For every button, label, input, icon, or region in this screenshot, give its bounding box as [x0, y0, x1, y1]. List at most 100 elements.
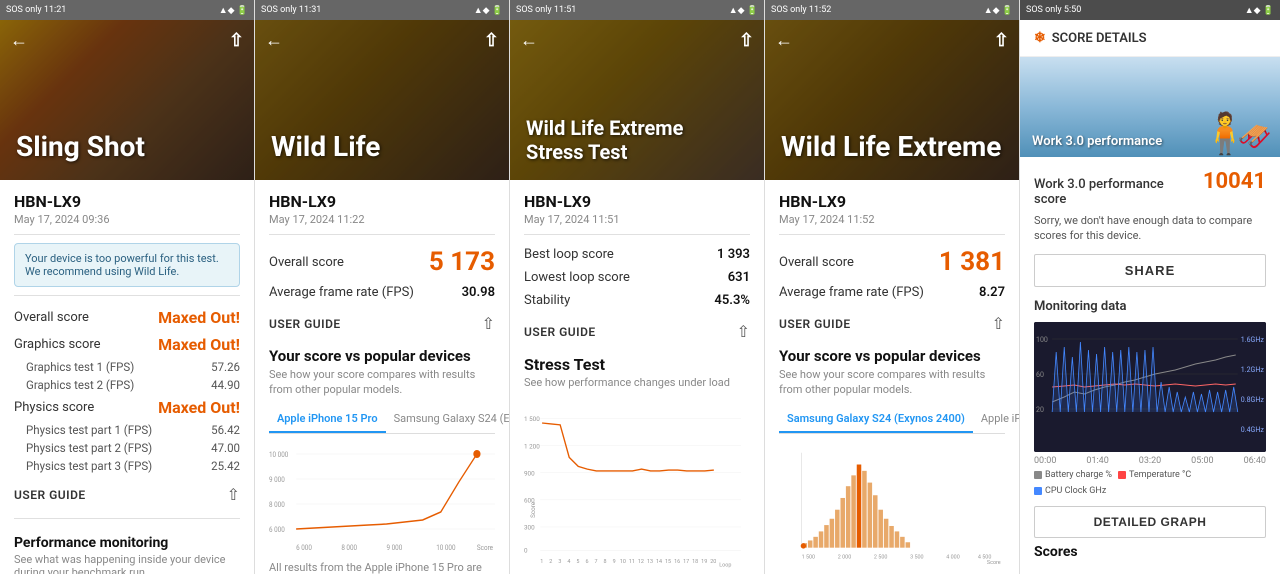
bar-chart-4: 1 500 2 000 2 500 3 500 4 000 4 500 Scor…	[779, 442, 1005, 572]
svg-text:900: 900	[524, 469, 535, 477]
device-date-3: May 17, 2024 11:51	[524, 213, 750, 226]
user-guide-row-2: USER GUIDE ⇧	[269, 308, 495, 339]
share-icon-2[interactable]: ⇧	[482, 314, 495, 333]
right-content: Work 3.0 performance score 10041 Sorry, …	[1020, 157, 1280, 574]
svg-text:9 000: 9 000	[269, 475, 285, 483]
share-nav-icon-2[interactable]: ⇧	[484, 30, 499, 51]
best-loop-value: 1 393	[717, 247, 750, 262]
hero-label: Work 3.0 performance	[1032, 134, 1162, 149]
svg-text:100: 100	[1036, 335, 1048, 344]
scores-section-title: Scores	[1034, 544, 1266, 560]
share-icon-4[interactable]: ⇧	[992, 314, 1005, 333]
compare-subtitle-4: See how your score compares with results…	[779, 367, 1005, 398]
svg-text:8 000: 8 000	[269, 500, 285, 508]
user-guide-text-3[interactable]: USER GUIDE	[524, 325, 596, 339]
svg-text:20: 20	[1036, 405, 1044, 414]
svg-text:6 000: 6 000	[269, 525, 285, 533]
physics-value-1: Maxed Out!	[158, 398, 240, 417]
user-guide-text-2[interactable]: USER GUIDE	[269, 317, 341, 331]
overall-label-2: Overall score	[269, 255, 344, 270]
header-title-2: Wild Life	[271, 130, 380, 164]
time-1: 01:40	[1086, 456, 1108, 466]
gt2-row: Graphics test 2 (FPS) 44.90	[14, 376, 240, 394]
gt1-label: Graphics test 1 (FPS)	[26, 360, 134, 374]
status-bar-2: SOS only 11:31 ▲◆ 🔋	[255, 0, 509, 20]
svg-text:1 200: 1 200	[524, 442, 540, 450]
svg-text:4: 4	[567, 559, 570, 565]
overall-value-4: 1 381	[939, 247, 1005, 277]
back-icon-3[interactable]: ←	[520, 30, 538, 51]
header-image-4: ← ⇧ Wild Life Extreme	[765, 20, 1019, 180]
detailed-graph-button[interactable]: DETAILED GRAPH	[1034, 506, 1266, 538]
svg-text:16: 16	[674, 559, 680, 565]
user-guide-text-4[interactable]: USER GUIDE	[779, 317, 851, 331]
snowflake-icon: ❄	[1034, 30, 1046, 46]
svg-text:1.6GHz: 1.6GHz	[1241, 335, 1265, 344]
overall-label-4: Overall score	[779, 255, 854, 270]
tab-4-1[interactable]: Apple iPh...	[973, 406, 1019, 433]
hero-vehicle-icon: 🛷	[1237, 120, 1272, 153]
share-nav-icon-3[interactable]: ⇧	[739, 30, 754, 51]
content-3: HBN-LX9 May 17, 2024 11:51 Best loop sco…	[510, 180, 764, 574]
work-score-row: Work 3.0 performance score 10041	[1034, 169, 1266, 207]
back-icon-2[interactable]: ←	[265, 30, 283, 51]
user-guide-text-1[interactable]: USER GUIDE	[14, 488, 86, 502]
device-name-3: HBN-LX9	[524, 192, 750, 211]
tab-2-0[interactable]: Apple iPhone 15 Pro	[269, 406, 386, 433]
compare-subtitle-2: See how your score compares with results…	[269, 367, 495, 398]
divider-1b	[14, 295, 240, 296]
perf-title-1: Performance monitoring	[14, 535, 240, 551]
svg-text:1 500: 1 500	[524, 415, 540, 423]
gt2-value: 44.90	[211, 378, 240, 392]
svg-text:12: 12	[638, 559, 644, 565]
share-nav-icon-4[interactable]: ⇧	[994, 30, 1009, 51]
right-hero-image: 🧍 🛷 Work 3.0 performance	[1020, 57, 1280, 157]
header-title-1: Sling Shot	[16, 130, 145, 164]
lowest-loop-row: Lowest loop score 631	[524, 266, 750, 289]
svg-text:14: 14	[656, 559, 662, 565]
share-icon-3[interactable]: ⇧	[737, 322, 750, 341]
svg-text:2: 2	[549, 559, 552, 565]
status-left-2: SOS only 11:31	[261, 5, 321, 15]
svg-text:1 500: 1 500	[802, 554, 816, 560]
svg-text:17: 17	[683, 559, 689, 565]
svg-text:9: 9	[613, 559, 616, 565]
status-left-right: SOS only 5:50	[1026, 5, 1081, 15]
svg-text:1: 1	[540, 559, 543, 565]
status-right-4: ▲◆ 🔋	[984, 5, 1013, 16]
header-nav-3: ← ⇧	[520, 30, 754, 51]
panel-stress-test: SOS only 11:51 ▲◆ 🔋 ← ⇧ Wild Life Extrem…	[510, 0, 765, 574]
user-guide-row-4: USER GUIDE ⇧	[779, 308, 1005, 339]
tabs-2: Apple iPhone 15 Pro Samsung Galaxy S24 (…	[269, 406, 495, 434]
share-nav-icon-1[interactable]: ⇧	[229, 30, 244, 51]
bar-chart-svg-4: 1 500 2 000 2 500 3 500 4 000 4 500 Scor…	[779, 442, 1005, 572]
share-icon-1[interactable]: ⇧	[227, 485, 240, 504]
back-icon-1[interactable]: ←	[10, 30, 28, 51]
share-button[interactable]: SHARE	[1034, 254, 1266, 287]
user-guide-row-1: USER GUIDE ⇧	[14, 479, 240, 510]
tab-4-0[interactable]: Samsung Galaxy S24 (Exynos 2400)	[779, 406, 973, 433]
svg-text:3 500: 3 500	[910, 554, 924, 560]
svg-text:10 000: 10 000	[269, 450, 289, 458]
divider-3a	[524, 234, 750, 235]
status-right-3: ▲◆ 🔋	[729, 5, 758, 16]
legend-battery-label: Battery charge %	[1045, 470, 1112, 480]
lowest-loop-label: Lowest loop score	[524, 270, 630, 285]
stability-row: Stability 45.3%	[524, 289, 750, 312]
svg-text:300: 300	[524, 524, 535, 532]
panel-wild-life: SOS only 11:31 ▲◆ 🔋 ← ⇧ Wild Life HBN-LX…	[255, 0, 510, 574]
right-panel-score-details: SOS only 5:50 ▲◆ 🔋 ❄ SCORE DETAILS 🧍 🛷 W…	[1020, 0, 1280, 574]
monitoring-legend: Battery charge % Temperature °C CPU Cloc…	[1034, 470, 1266, 496]
tab-2-1[interactable]: Samsung Galaxy S24 (Ex	[386, 406, 509, 433]
gt2-label: Graphics test 2 (FPS)	[26, 378, 134, 392]
svg-text:4 000: 4 000	[946, 554, 960, 560]
back-icon-4[interactable]: ←	[775, 30, 793, 51]
legend-cpu-label: CPU Clock GHz	[1045, 486, 1106, 496]
gt1-value: 57.26	[211, 360, 240, 374]
legend-battery-dot	[1034, 471, 1042, 479]
status-bar-3: SOS only 11:51 ▲◆ 🔋	[510, 0, 764, 20]
graphics-label-1: Graphics score	[14, 337, 101, 352]
user-guide-row-3: USER GUIDE ⇧	[524, 316, 750, 347]
divider-2a	[269, 234, 495, 235]
content-4: HBN-LX9 May 17, 2024 11:52 Overall score…	[765, 180, 1019, 574]
